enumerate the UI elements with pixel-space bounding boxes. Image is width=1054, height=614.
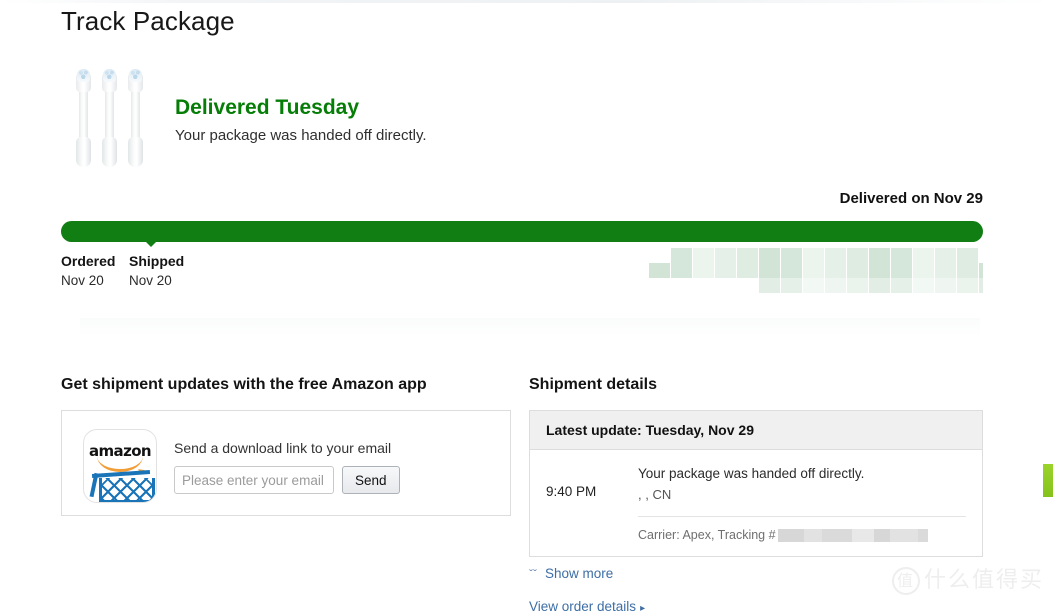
milestone-shipped: Shipped Nov 20: [129, 253, 184, 289]
page-edge-tab[interactable]: [1042, 463, 1054, 498]
milestone-label: Shipped: [129, 253, 185, 269]
status-text-block: Delivered Tuesday Your package was hande…: [175, 95, 735, 145]
delivered-on-label: Delivered on Nov 29: [839, 190, 983, 207]
carrier-tracking-text: Carrier: Apex, Tracking #: [638, 528, 776, 542]
progress-bar-track: [61, 221, 983, 242]
milestone-date: Nov 20: [129, 273, 172, 288]
app-promo-column: Get shipment updates with the free Amazo…: [61, 375, 513, 516]
delivery-status-headline: Delivered Tuesday: [175, 96, 360, 119]
app-promo-box: amazon Send a download link to your emai…: [61, 410, 511, 516]
redacted-tracking-number: [777, 529, 928, 543]
delivery-status-subtext: Your package was handed off directly.: [175, 127, 427, 144]
shipment-event-row: 9:40 PM Your package was handed off dire…: [530, 450, 982, 556]
page-title: Track Package: [61, 6, 235, 36]
toothbrush-head-icon: [127, 67, 144, 167]
shipment-details-title: Shipment details: [529, 376, 658, 393]
app-form-label: Send a download link to your email: [174, 440, 392, 456]
watermark-text: 什么值得买: [923, 568, 1044, 593]
toothbrush-head-icon: [101, 67, 118, 167]
section-divider: [80, 318, 980, 336]
toothbrush-head-icon: [75, 67, 92, 167]
event-time: 9:40 PM: [546, 484, 597, 499]
send-button[interactable]: Send: [342, 466, 400, 494]
progress-bar-fill: [61, 221, 983, 242]
show-more-label: Show more: [545, 566, 614, 581]
carrier-tracking-line: Carrier: Apex, Tracking #: [638, 517, 966, 556]
event-description: Your package was handed off directly.: [638, 466, 865, 481]
redacted-delivery-address-overlay: [627, 248, 983, 294]
progress-marker-shipped-icon: [145, 241, 157, 247]
watermark-mark: 值: [891, 567, 920, 595]
event-details: Your package was handed off directly. , …: [638, 464, 982, 556]
track-package-page: Track Package Delivered Tuesday Your pac…: [0, 0, 1054, 614]
site-watermark: 值什么值得买: [891, 562, 1044, 595]
view-order-details-label: View order details: [529, 599, 637, 614]
delivery-status-section: Delivered Tuesday Your package was hande…: [61, 55, 761, 170]
cart-bar-icon: [91, 469, 151, 479]
milestone-date: Nov 20: [61, 273, 104, 288]
arrow-right-icon: ▸: [640, 603, 646, 614]
cart-handle-icon: [89, 472, 99, 498]
event-location: , , CN: [638, 487, 672, 502]
amazon-smile-arrow-icon: [97, 456, 143, 472]
product-thumbnail-toothbrush-heads[interactable]: [75, 55, 153, 167]
milestone-ordered: Ordered Nov 20: [61, 253, 115, 289]
view-order-details-link[interactable]: View order details ▸: [529, 599, 983, 614]
latest-update-header: Latest update: Tuesday, Nov 29: [530, 411, 982, 450]
milestone-label: Ordered: [61, 253, 116, 269]
amazon-app-icon: amazon: [83, 429, 157, 503]
email-input[interactable]: [174, 466, 334, 494]
shipment-details-box: Latest update: Tuesday, Nov 29 9:40 PM Y…: [529, 410, 983, 557]
chevron-double-down-icon: ˇˇ: [529, 566, 537, 581]
app-promo-title: Get shipment updates with the free Amazo…: [61, 376, 427, 393]
app-download-form: Send a download link to your email Send: [174, 439, 484, 494]
email-row: Send: [174, 466, 484, 494]
shopping-cart-icon: [99, 478, 155, 502]
